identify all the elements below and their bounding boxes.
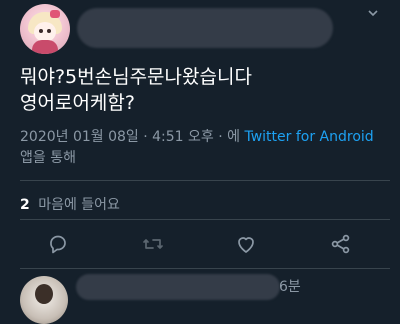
like-count: 2 bbox=[20, 197, 30, 213]
like-label: 마음에 들어요 bbox=[38, 197, 120, 213]
avatar-face bbox=[34, 22, 56, 42]
reply-avatar[interactable] bbox=[20, 276, 68, 324]
divider bbox=[20, 219, 390, 220]
redacted-reply-username bbox=[76, 274, 280, 300]
likes-summary[interactable]: 2 마음에 들어요 bbox=[20, 194, 120, 214]
avatar-body bbox=[32, 40, 58, 54]
tweet-source-suffix: 앱을 통해 bbox=[20, 150, 76, 166]
retweet-icon[interactable] bbox=[141, 232, 165, 256]
avatar-ribbon bbox=[50, 10, 60, 18]
avatar-eye-left bbox=[39, 29, 43, 33]
like-icon[interactable] bbox=[234, 232, 258, 256]
redacted-username bbox=[77, 8, 333, 48]
share-icon[interactable] bbox=[329, 232, 353, 256]
divider bbox=[20, 180, 390, 181]
reply-avatar-head bbox=[35, 284, 53, 304]
tweet-source-link[interactable]: Twitter for Android bbox=[244, 129, 373, 145]
avatar-eye-right bbox=[47, 29, 51, 33]
divider bbox=[20, 268, 390, 269]
reply-time: 6분 bbox=[279, 279, 301, 295]
tweet-meta: 2020년 01월 08일 · 4:51 오후 · 에 Twitter for … bbox=[20, 127, 380, 169]
reply-icon[interactable] bbox=[47, 232, 71, 256]
chevron-down-icon[interactable] bbox=[366, 6, 380, 20]
tweet-timestamp: 2020년 01월 08일 · 4:51 오후 · 에 bbox=[20, 129, 241, 145]
tweet-text: 뭐야?5번손님주문나왔습니다 영어로어케함? bbox=[20, 66, 252, 114]
profile-avatar[interactable] bbox=[20, 4, 70, 54]
